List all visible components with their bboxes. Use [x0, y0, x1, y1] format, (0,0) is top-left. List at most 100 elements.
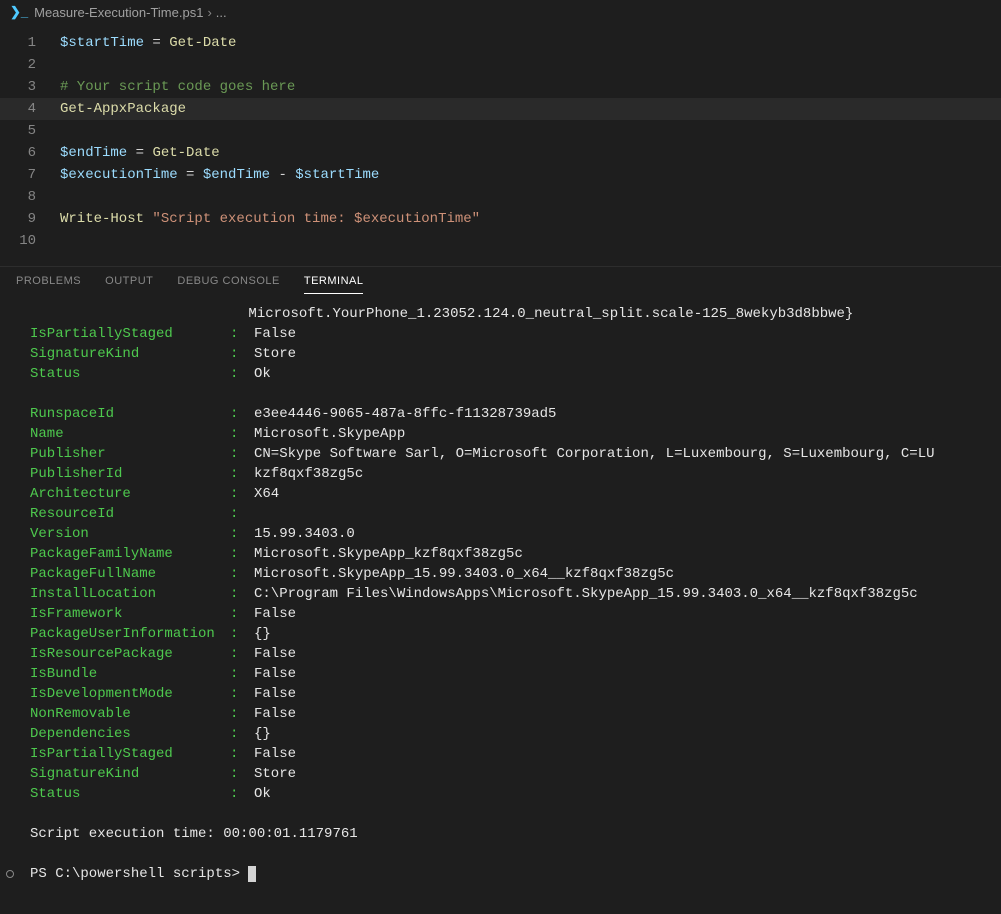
code-line[interactable]: 3# Your script code goes here	[0, 76, 1001, 98]
terminal-sep: :	[230, 684, 254, 704]
code-content[interactable]: # Your script code goes here	[60, 76, 1001, 98]
terminal-value: Microsoft.SkypeApp	[254, 424, 981, 444]
chevron-right-icon: ›	[207, 5, 211, 20]
terminal-key: PackageFamilyName	[30, 544, 230, 564]
code-content[interactable]: $endTime = Get-Date	[60, 142, 1001, 164]
terminal-key: RunspaceId	[30, 404, 230, 424]
terminal-sep: :	[230, 364, 254, 384]
terminal-sep: :	[230, 544, 254, 564]
code-line[interactable]: 1$startTime = Get-Date	[0, 32, 1001, 54]
tab-terminal[interactable]: TERMINAL	[304, 275, 364, 294]
terminal-kv-row: NonRemovable: False	[30, 704, 981, 724]
terminal-key: Status	[30, 784, 230, 804]
terminal-line: Microsoft.YourPhone_1.23052.124.0_neutra…	[30, 304, 981, 324]
terminal-value: 15.99.3403.0	[254, 524, 981, 544]
terminal-line	[30, 804, 981, 824]
terminal-value: Microsoft.SkypeApp_15.99.3403.0_x64__kzf…	[254, 564, 981, 584]
tab-problems[interactable]: PROBLEMS	[16, 275, 81, 294]
terminal-kv-row: Status: Ok	[30, 364, 981, 384]
terminal-kv-row: IsFramework: False	[30, 604, 981, 624]
terminal-kv-row: Version: 15.99.3403.0	[30, 524, 981, 544]
terminal-sep: :	[230, 424, 254, 444]
terminal-kv-row: Architecture: X64	[30, 484, 981, 504]
terminal-key: Dependencies	[30, 724, 230, 744]
terminal-key: IsPartiallyStaged	[30, 324, 230, 344]
terminal-key: PackageUserInformation	[30, 624, 230, 644]
terminal-sep: :	[230, 564, 254, 584]
code-content[interactable]	[60, 54, 1001, 76]
code-editor[interactable]: 1$startTime = Get-Date23# Your script co…	[0, 24, 1001, 266]
cursor-icon	[248, 866, 256, 882]
terminal-value: Microsoft.SkypeApp_kzf8qxf38zg5c	[254, 544, 981, 564]
terminal-value	[254, 504, 981, 524]
terminal-sep: :	[230, 664, 254, 684]
terminal-sep: :	[230, 584, 254, 604]
terminal-sep: :	[230, 324, 254, 344]
terminal-kv-row: IsBundle: False	[30, 664, 981, 684]
code-line[interactable]: 4Get-AppxPackage	[0, 98, 1001, 120]
terminal-value: False	[254, 324, 981, 344]
terminal-sep: :	[230, 744, 254, 764]
terminal-value: C:\Program Files\WindowsApps\Microsoft.S…	[254, 584, 981, 604]
terminal-key: Publisher	[30, 444, 230, 464]
terminal-prompt[interactable]: PS C:\powershell scripts>	[30, 864, 981, 884]
breadcrumb[interactable]: ❯_ Measure-Execution-Time.ps1 › ...	[0, 0, 1001, 24]
line-number: 7	[0, 164, 60, 186]
code-content[interactable]	[60, 186, 1001, 208]
terminal-sep: :	[230, 464, 254, 484]
terminal-kv-row: InstallLocation: C:\Program Files\Window…	[30, 584, 981, 604]
terminal-kv-row: IsPartiallyStaged: False	[30, 324, 981, 344]
line-number: 8	[0, 186, 60, 208]
terminal-sep: :	[230, 784, 254, 804]
terminal-sep: :	[230, 624, 254, 644]
code-line[interactable]: 5	[0, 120, 1001, 142]
line-number: 6	[0, 142, 60, 164]
terminal-key: IsResourcePackage	[30, 644, 230, 664]
line-number: 5	[0, 120, 60, 142]
code-line[interactable]: 7$executionTime = $endTime - $startTime	[0, 164, 1001, 186]
terminal-value: Ok	[254, 784, 981, 804]
terminal-sep: :	[230, 644, 254, 664]
code-line[interactable]: 10	[0, 230, 1001, 252]
terminal-value: Store	[254, 764, 981, 784]
terminal-key: Version	[30, 524, 230, 544]
terminal-key: SignatureKind	[30, 764, 230, 784]
terminal-kv-row: PublisherId: kzf8qxf38zg5c	[30, 464, 981, 484]
terminal-key: IsDevelopmentMode	[30, 684, 230, 704]
panels-tab-bar: PROBLEMS OUTPUT DEBUG CONSOLE TERMINAL	[0, 266, 1001, 294]
terminal-kv-row: Publisher: CN=Skype Software Sarl, O=Mic…	[30, 444, 981, 464]
code-content[interactable]	[60, 230, 1001, 252]
powershell-file-icon: ❯_	[10, 4, 28, 20]
terminal-value: {}	[254, 624, 981, 644]
terminal-sep: :	[230, 604, 254, 624]
code-line[interactable]: 6$endTime = Get-Date	[0, 142, 1001, 164]
terminal-value: kzf8qxf38zg5c	[254, 464, 981, 484]
terminal-kv-row: Dependencies: {}	[30, 724, 981, 744]
status-indicator-icon	[6, 870, 14, 878]
terminal-kv-row: IsPartiallyStaged: False	[30, 744, 981, 764]
code-line[interactable]: 2	[0, 54, 1001, 76]
tab-output[interactable]: OUTPUT	[105, 275, 153, 294]
code-line[interactable]: 8	[0, 186, 1001, 208]
code-line[interactable]: 9Write-Host "Script execution time: $exe…	[0, 208, 1001, 230]
terminal-panel[interactable]: Microsoft.YourPhone_1.23052.124.0_neutra…	[0, 294, 1001, 894]
line-number: 4	[0, 98, 60, 120]
tab-debug-console[interactable]: DEBUG CONSOLE	[177, 275, 279, 294]
code-content[interactable]: Get-AppxPackage	[60, 98, 1001, 120]
code-content[interactable]: Write-Host "Script execution time: $exec…	[60, 208, 1001, 230]
terminal-kv-row: IsResourcePackage: False	[30, 644, 981, 664]
terminal-line	[30, 844, 981, 864]
terminal-sep: :	[230, 484, 254, 504]
code-content[interactable]: $executionTime = $endTime - $startTime	[60, 164, 1001, 186]
terminal-value: {}	[254, 724, 981, 744]
terminal-value: Ok	[254, 364, 981, 384]
terminal-key: IsPartiallyStaged	[30, 744, 230, 764]
terminal-sep: :	[230, 344, 254, 364]
line-number: 2	[0, 54, 60, 76]
terminal-key: PackageFullName	[30, 564, 230, 584]
code-content[interactable]	[60, 120, 1001, 142]
terminal-kv-row: ResourceId:	[30, 504, 981, 524]
code-content[interactable]: $startTime = Get-Date	[60, 32, 1001, 54]
terminal-value: False	[254, 684, 981, 704]
terminal-kv-row: SignatureKind: Store	[30, 764, 981, 784]
